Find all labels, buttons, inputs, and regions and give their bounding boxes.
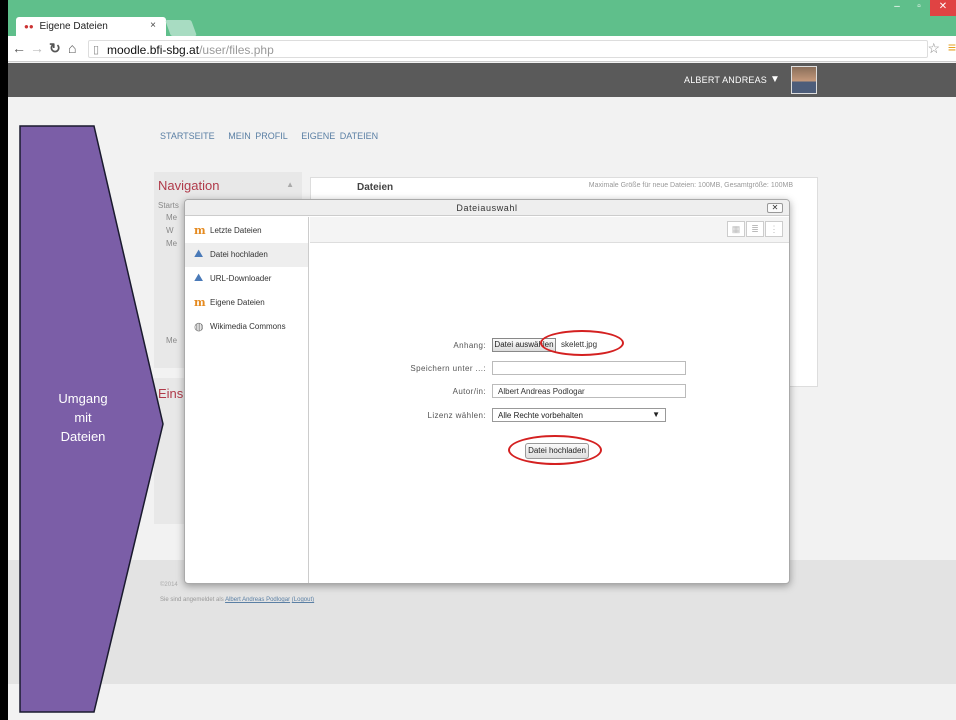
browser-tab-bar: ●● Eigene Dateien × – ▫ ✕: [8, 0, 956, 36]
moodle-header: ALBERT ANDREAS ▼: [8, 63, 956, 97]
chevron-down-icon[interactable]: ▼: [770, 74, 780, 85]
chapter-label: Umgang mit Dateien: [28, 389, 138, 446]
license-label: Lizenz wählen:: [427, 411, 486, 420]
repo-label: Datei hochladen: [210, 250, 268, 259]
tab-title: Eigene Dateien: [39, 21, 108, 32]
dialog-close-button[interactable]: ✕: [767, 203, 783, 213]
bookmark-star-icon[interactable]: ☆: [927, 40, 940, 57]
browser-window: ●● Eigene Dateien × – ▫ ✕ ← → ↻ ⌂ ▯ mood…: [8, 0, 956, 720]
footer-login-info: Sie sind angemeldet als Albert Andreas P…: [160, 597, 314, 603]
max-size-info: Maximale Größe für neue Dateien: 100MB, …: [588, 182, 793, 189]
attachment-label: Anhang:: [453, 341, 486, 350]
repo-private-files[interactable]: m Eigene Dateien: [185, 291, 308, 315]
forward-arrow-icon[interactable]: →: [30, 40, 44, 56]
repo-label: Letzte Dateien: [210, 226, 262, 235]
user-menu-name[interactable]: ALBERT ANDREAS: [684, 75, 767, 85]
save-as-label: Speichern unter ...:: [410, 364, 486, 373]
repo-recent-files[interactable]: m Letzte Dateien: [185, 219, 308, 243]
wikimedia-icon: ◍: [194, 321, 204, 333]
repo-label: Wikimedia Commons: [210, 322, 286, 331]
browser-tab[interactable]: ●● Eigene Dateien ×: [16, 17, 166, 36]
icon-view-icon[interactable]: ▦: [727, 221, 745, 237]
minimize-icon[interactable]: –: [886, 0, 908, 16]
chapter-label-line: mit: [74, 410, 92, 425]
highlight-ring: [540, 330, 624, 356]
list-view-icon[interactable]: ≣: [746, 221, 764, 237]
repo-label: URL-Downloader: [210, 274, 272, 283]
avatar[interactable]: [791, 66, 817, 94]
repository-sidebar: m Letzte Dateien ⛰ Datei hochladen ⛰ URL…: [185, 217, 309, 583]
dialog-toolbar: ▦ ≣ ⋮: [310, 217, 789, 243]
logout-link[interactable]: (Logout): [292, 597, 314, 603]
login-user-link[interactable]: Albert Andreas Podlogar: [225, 597, 290, 603]
moodle-icon: m: [194, 224, 206, 237]
collapse-icon[interactable]: ▲: [286, 180, 294, 189]
chapter-label-line: Dateien: [60, 429, 106, 444]
window-close-icon[interactable]: ✕: [930, 0, 956, 16]
upload-icon: ⛰: [194, 248, 204, 260]
maximize-icon[interactable]: ▫: [908, 0, 930, 16]
login-prefix: Sie sind angemeldet als: [160, 597, 224, 603]
license-select[interactable]: Alle Rechte vorbehalten ▼: [492, 408, 666, 422]
chrome-menu-icon[interactable]: ≡: [948, 39, 956, 55]
license-value: Alle Rechte vorbehalten: [498, 411, 583, 420]
window-controls: – ▫ ✕: [886, 0, 956, 16]
tree-view-icon[interactable]: ⋮: [765, 221, 783, 237]
tab-close-icon[interactable]: ×: [150, 20, 156, 31]
moodle-favicon-icon: ●●: [24, 22, 34, 31]
dropdown-arrow-icon: ▼: [652, 410, 660, 419]
repo-url-downloader[interactable]: ⛰ URL-Downloader: [185, 267, 308, 291]
home-icon[interactable]: ⌂: [68, 40, 76, 56]
save-as-field[interactable]: [492, 361, 686, 375]
repo-wikimedia-commons[interactable]: ◍ Wikimedia Commons: [185, 315, 308, 339]
moodle-icon: m: [194, 296, 206, 309]
new-tab-button[interactable]: [165, 20, 197, 36]
repo-label: Eigene Dateien: [210, 298, 265, 307]
breadcrumb-item[interactable]: EIGENE DATEIEN: [301, 131, 378, 141]
url-downloader-icon: ⛰: [194, 272, 204, 284]
reload-icon[interactable]: ↻: [49, 40, 61, 57]
files-title: Dateien: [357, 182, 394, 193]
url-path: /user/files.php: [199, 43, 274, 57]
chapter-label-line: Umgang: [58, 391, 108, 406]
breadcrumb: STARTSEITE MEIN PROFIL EIGENE DATEIEN: [160, 131, 387, 141]
file-picker-dialog: Dateiauswahl ✕ m Letzte Dateien ⛰ Datei …: [184, 199, 790, 584]
breadcrumb-item[interactable]: MEIN PROFIL: [228, 131, 288, 141]
breadcrumb-item[interactable]: STARTSEITE: [160, 131, 215, 141]
address-bar: ← → ↻ ⌂ ▯ moodle.bfi-sbg.at/user/files.p…: [8, 36, 956, 62]
repo-upload-file[interactable]: ⛰ Datei hochladen: [185, 243, 308, 267]
author-field[interactable]: Albert Andreas Podlogar: [492, 384, 686, 398]
back-arrow-icon[interactable]: ←: [12, 40, 26, 56]
page-document-icon: ▯: [93, 44, 100, 56]
dialog-title: Dateiauswahl: [185, 200, 789, 216]
url-input[interactable]: ▯ moodle.bfi-sbg.at/user/files.php: [88, 40, 928, 58]
highlight-ring: [508, 435, 602, 465]
url-host: moodle.bfi-sbg.at: [107, 43, 200, 57]
author-label: Autor/in:: [452, 387, 486, 396]
